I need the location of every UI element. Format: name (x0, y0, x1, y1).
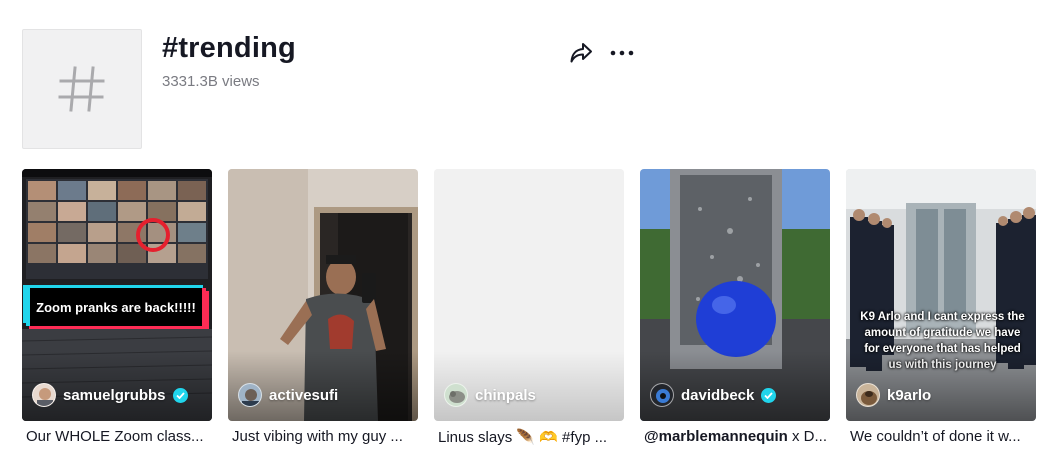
creator-link[interactable]: davidbeck (650, 383, 777, 407)
video-overlay-text: Zoom pranks are back!!!!! (26, 288, 206, 326)
video-thumbnail[interactable]: davidbeck (640, 169, 830, 421)
video-card[interactable]: activesufi Just vibing with my guy ... (228, 169, 418, 445)
share-icon (570, 43, 592, 63)
video-card[interactable]: K9 Arlo and I cant express the amount of… (846, 169, 1036, 445)
verified-badge-icon (172, 387, 188, 403)
video-grid: Zoom pranks are back!!!!! samuelgrubbs O… (22, 169, 1048, 460)
creator-link[interactable]: samuelgrubbs (32, 383, 188, 407)
share-button[interactable] (568, 40, 594, 66)
creator-name: activesufi (269, 386, 339, 404)
more-horizontal-icon (610, 50, 634, 56)
caption-text: x D... (787, 428, 827, 445)
creator-name: samuelgrubbs (63, 386, 166, 404)
avatar (238, 383, 262, 407)
creator-link[interactable]: activesufi (238, 383, 338, 407)
creator-link[interactable]: chinpals (444, 383, 536, 407)
video-card[interactable]: chinpals Linus slays 🪶 🫶 #fyp ... (434, 169, 624, 446)
avatar (856, 383, 880, 407)
page-title: #trending (162, 32, 296, 64)
video-thumbnail[interactable]: activesufi (228, 169, 418, 421)
creator-name: davidbeck (681, 386, 755, 404)
more-options-button[interactable] (607, 40, 637, 66)
creator-name: k9arlo (887, 386, 932, 404)
caption-mention-link[interactable]: @marblemannequin (644, 428, 788, 445)
video-card[interactable]: Zoom pranks are back!!!!! samuelgrubbs O… (22, 169, 212, 445)
creator-link[interactable]: k9arlo (856, 383, 931, 407)
video-caption[interactable]: Linus slays 🪶 🫶 #fyp ... (438, 428, 624, 446)
hashtag-header: #trending 3331.3B views (0, 0, 1048, 160)
creator-name: chinpals (475, 386, 536, 404)
hash-icon (58, 66, 105, 112)
video-thumbnail[interactable]: K9 Arlo and I cant express the amount of… (846, 169, 1036, 421)
view-count: 3331.3B views (162, 73, 260, 90)
verified-badge-icon (761, 387, 777, 403)
video-card[interactable]: davidbeck @marblemannequin x D... (640, 169, 830, 445)
video-caption[interactable]: We couldn’t of done it w... (850, 428, 1036, 445)
avatar (32, 383, 56, 407)
video-thumbnail[interactable]: Zoom pranks are back!!!!! samuelgrubbs (22, 169, 212, 421)
video-caption[interactable]: Our WHOLE Zoom class... (26, 428, 212, 445)
video-caption[interactable]: @marblemannequin x D... (644, 428, 830, 445)
video-caption[interactable]: Just vibing with my guy ... (232, 428, 418, 445)
avatar (650, 383, 674, 407)
avatar (444, 383, 468, 407)
video-thumbnail[interactable]: chinpals (434, 169, 624, 421)
hashtag-avatar (22, 29, 142, 149)
